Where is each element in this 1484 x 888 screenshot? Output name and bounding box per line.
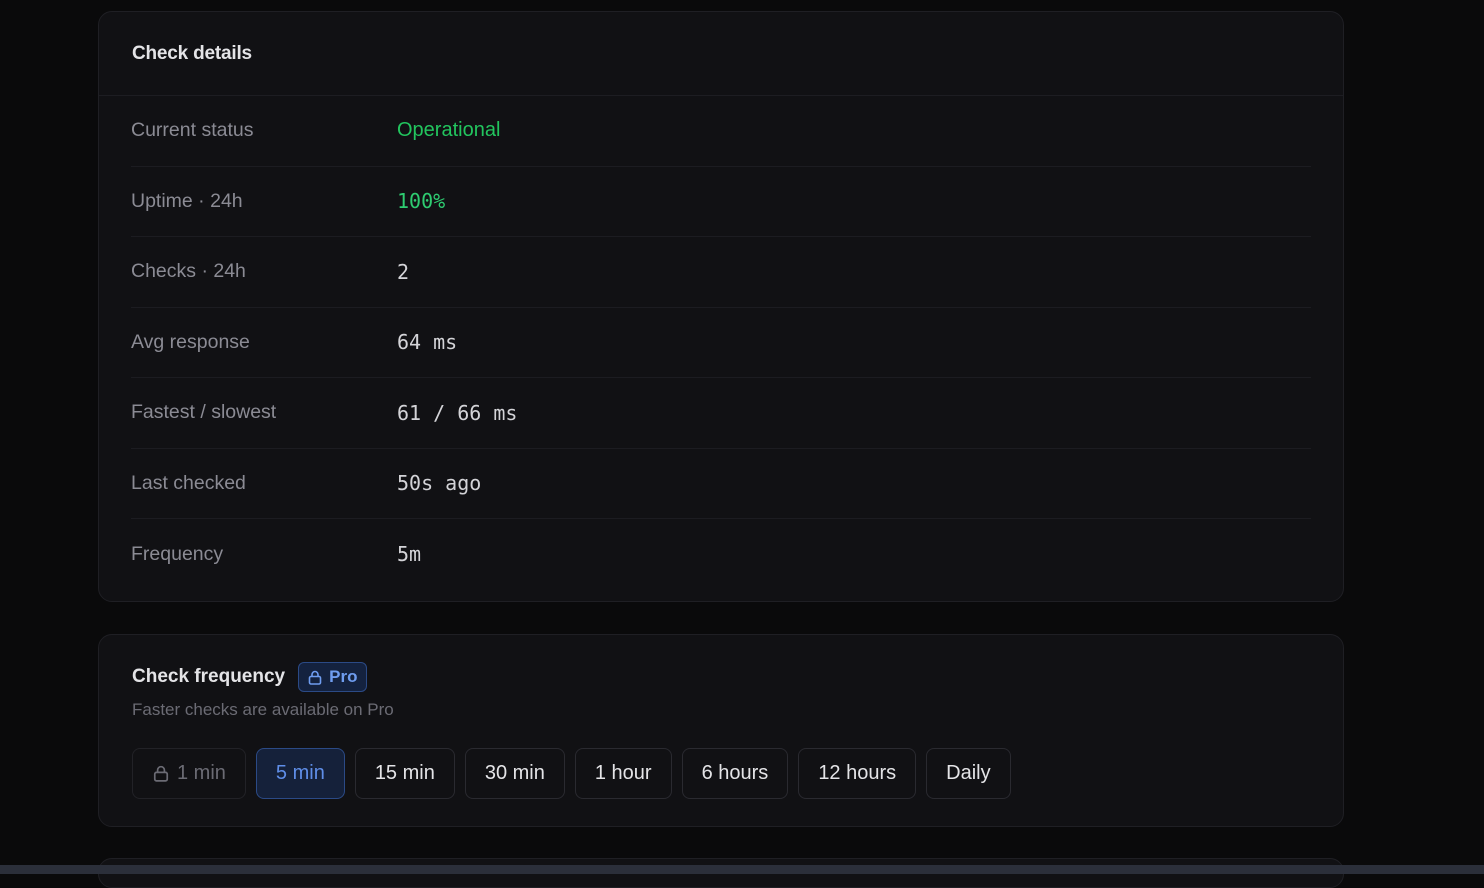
frequency-option-12-hours[interactable]: 12 hours (798, 748, 917, 799)
check-details-list: Current status Operational Uptime · 24h … (99, 96, 1343, 590)
avg-response-value: 64 ms (397, 330, 458, 355)
last-checked-value: 50s ago (397, 471, 482, 496)
frequency-option-1-min[interactable]: 1 min (132, 748, 246, 799)
detail-label: Uptime · 24h (131, 189, 243, 212)
check-details-card: Check details Current status Operational… (98, 11, 1344, 602)
detail-label: Fastest / slowest (131, 401, 277, 424)
uptime-value: 100% (397, 189, 446, 214)
check-frequency-title: Check frequency (132, 666, 286, 687)
frequency-option-label: 15 min (374, 762, 435, 784)
detail-label: Checks · 24h (131, 260, 246, 283)
bottom-bar (0, 865, 1484, 874)
frequency-option-1-hour[interactable]: 1 hour (574, 748, 672, 799)
frequency-option-label: 1 hour (594, 762, 652, 784)
detail-row-current-status: Current status Operational (131, 96, 1311, 167)
frequency-option-label: 1 min (177, 762, 226, 784)
checks-value: 2 (397, 259, 410, 284)
detail-row-fastest-slowest: Fastest / slowest 61 / 66 ms (131, 378, 1311, 449)
frequency-option-5-min[interactable]: 5 min (255, 748, 345, 799)
pro-badge: Pro (298, 662, 368, 692)
frequency-options: 1 min 5 min 15 min 30 min 1 hour 6 hours… (132, 748, 1343, 799)
lock-icon (153, 765, 169, 782)
frequency-option-label: 12 hours (818, 762, 897, 784)
lock-icon (308, 670, 322, 685)
fastest-slowest-value: 61 / 66 ms (397, 400, 518, 425)
detail-row-checks: Checks · 24h 2 (131, 237, 1311, 308)
frequency-value: 5m (397, 542, 422, 567)
check-details-title: Check details (132, 42, 252, 64)
frequency-option-30-min[interactable]: 30 min (464, 748, 565, 799)
detail-label: Frequency (131, 542, 224, 565)
check-frequency-card: Check frequency Pro Faster checks are av… (98, 634, 1344, 827)
frequency-option-15-min[interactable]: 15 min (354, 748, 455, 799)
check-details-header: Check details (99, 12, 1343, 96)
frequency-option-label: 5 min (275, 762, 325, 784)
detail-row-frequency: Frequency 5m (131, 519, 1311, 590)
detail-label: Avg response (131, 330, 250, 353)
detail-row-last-checked: Last checked 50s ago (131, 449, 1311, 519)
frequency-option-label: Daily (946, 762, 991, 784)
frequency-option-label: 6 hours (701, 762, 769, 784)
status-value: Operational (397, 119, 501, 142)
frequency-option-label: 30 min (484, 762, 545, 784)
frequency-option-daily[interactable]: Daily (926, 748, 1011, 799)
check-frequency-subtitle: Faster checks are available on Pro (132, 700, 394, 719)
frequency-option-6-hours[interactable]: 6 hours (681, 748, 789, 799)
detail-row-uptime: Uptime · 24h 100% (131, 167, 1311, 237)
detail-label: Current status (131, 119, 254, 142)
check-frequency-header: Check frequency Pro (132, 662, 1343, 692)
detail-label: Last checked (131, 471, 246, 494)
pro-badge-label: Pro (329, 667, 358, 686)
detail-row-avg-response: Avg response 64 ms (131, 308, 1311, 378)
